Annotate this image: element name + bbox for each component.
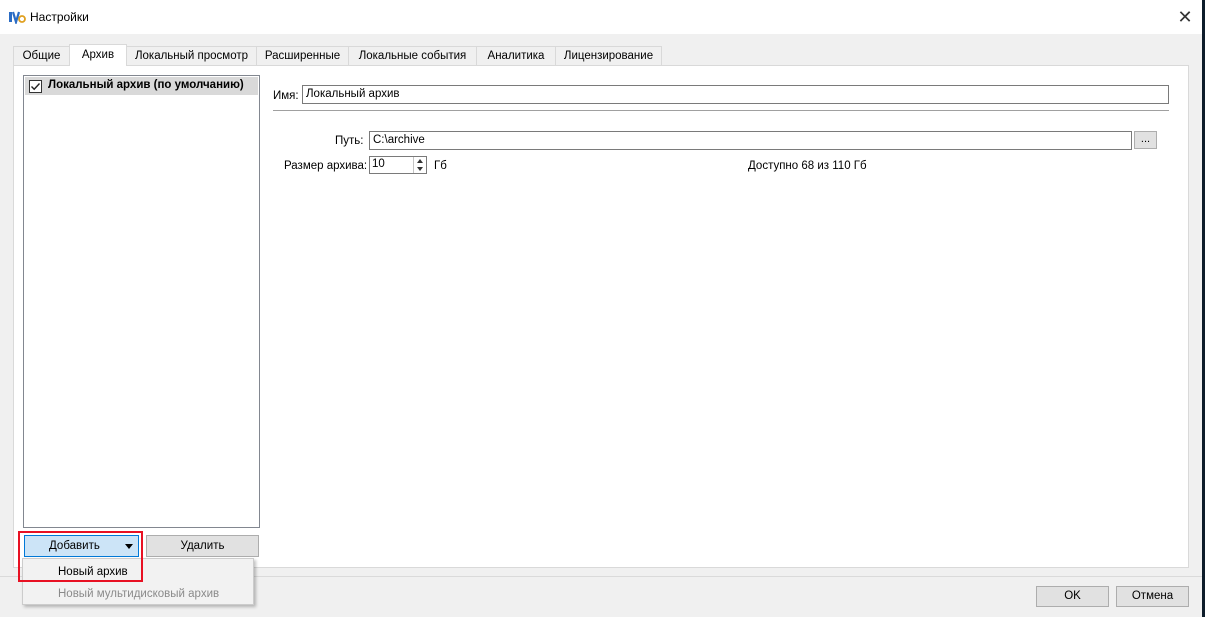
- add-button[interactable]: Добавить: [24, 535, 139, 557]
- available-space-text: Доступно 68 из 110 Гб: [748, 160, 867, 172]
- tab-advanced[interactable]: Расширенные: [256, 46, 349, 65]
- size-spinbox[interactable]: 10: [369, 156, 427, 174]
- menu-item-new-multidisk-archive: Новый мультидисковый архив: [58, 588, 220, 600]
- ok-button[interactable]: OK: [1036, 586, 1109, 607]
- tab-local-view[interactable]: Локальный просмотр: [126, 46, 257, 65]
- tab-analytics[interactable]: Аналитика: [476, 46, 556, 65]
- divider: [273, 110, 1169, 111]
- spin-down-icon[interactable]: [417, 167, 423, 171]
- path-label: Путь:: [335, 135, 364, 147]
- close-icon[interactable]: ✕: [1170, 4, 1200, 30]
- spin-buttons[interactable]: [413, 157, 427, 173]
- add-button-label: Добавить: [49, 540, 100, 552]
- menu-item-new-archive[interactable]: Новый архив: [23, 561, 253, 583]
- size-unit-label: Гб: [434, 160, 447, 172]
- name-label: Имя:: [273, 90, 299, 102]
- name-field[interactable]: Локальный архив: [302, 85, 1169, 104]
- archive-item-label: Локальный архив (по умолчанию): [48, 79, 244, 91]
- dropdown-arrow-icon[interactable]: [125, 544, 133, 549]
- size-label: Размер архива:: [284, 160, 368, 172]
- tab-licensing[interactable]: Лицензирование: [555, 46, 662, 65]
- add-dropdown-menu: Новый архив Новый мультидисковый архив: [22, 558, 254, 605]
- app-logo-icon: [9, 11, 26, 24]
- settings-dialog: Настройки ✕ Общие Архив Локальный просмо…: [0, 0, 1202, 617]
- cancel-button[interactable]: Отмена: [1116, 586, 1189, 607]
- list-item[interactable]: Локальный архив (по умолчанию): [25, 77, 258, 95]
- tab-local-events[interactable]: Локальные события: [348, 46, 477, 65]
- browse-button[interactable]: ...: [1134, 131, 1157, 149]
- checkmark-icon: [31, 83, 41, 91]
- archive-checkbox[interactable]: [29, 80, 42, 93]
- tab-general[interactable]: Общие: [13, 46, 70, 65]
- spin-up-icon[interactable]: [417, 159, 423, 163]
- size-value: 10: [372, 158, 385, 170]
- delete-button[interactable]: Удалить: [146, 535, 259, 557]
- tab-archive[interactable]: Архив: [69, 44, 127, 66]
- title-bar: Настройки ✕: [0, 0, 1202, 34]
- archive-list[interactable]: Локальный архив (по умолчанию): [23, 75, 260, 528]
- path-field[interactable]: C:\archive: [369, 131, 1132, 150]
- window-title: Настройки: [30, 10, 89, 24]
